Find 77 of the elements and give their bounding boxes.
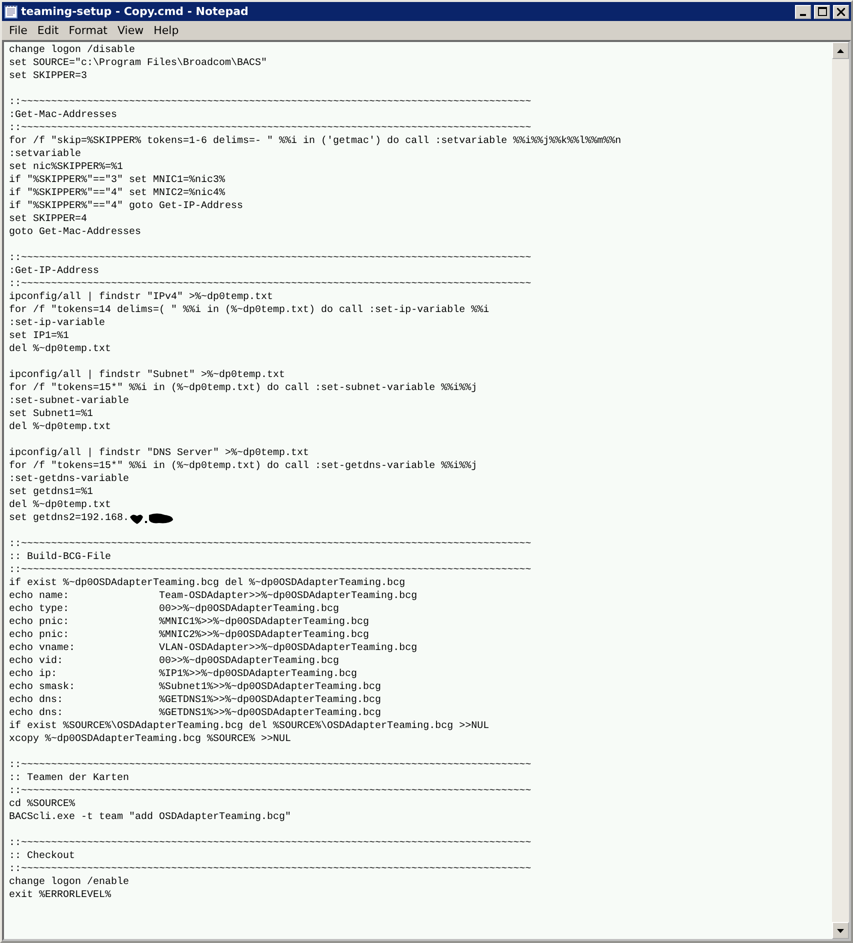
code-line: ipconfig/all | findstr "Subnet" >%~dp0temp.txt bbox=[9, 369, 286, 382]
code-line: set nic%SKIPPER%=%1 bbox=[9, 161, 124, 174]
code-line: ipconfig/all | findstr "DNS Server" >%~dp0temp.txt bbox=[9, 447, 310, 460]
code-line: exit %ERRORLEVEL% bbox=[9, 889, 112, 902]
code-line: ::~~~~~~~~~~~~~~~~~~~~~~~~~~~~~~~~~~~~~~~~~~~~~~~~~~~~~~~~~~~~~~~~~~~~~~~~~~~~~~~~~~~~~ bbox=[9, 122, 532, 135]
menu-item[interactable]: Edit bbox=[32, 24, 64, 37]
menu-item[interactable]: Help bbox=[148, 24, 184, 37]
code-line: set SKIPPER=4 bbox=[9, 213, 88, 226]
maximize-button[interactable] bbox=[814, 4, 830, 18]
code-line: for /f "tokens=14 delims=( " %%i in (%~dp0temp.txt) do call :set-ip-variable %%i bbox=[9, 304, 490, 317]
code-line: :Get-IP-Address bbox=[9, 265, 100, 278]
code-line: ::~~~~~~~~~~~~~~~~~~~~~~~~~~~~~~~~~~~~~~~~~~~~~~~~~~~~~~~~~~~~~~~~~~~~~~~~~~~~~~~~~~~~~ bbox=[9, 863, 532, 876]
window-title: teaming-setup - Copy.cmd - Notepad bbox=[21, 5, 250, 18]
code-line: ::~~~~~~~~~~~~~~~~~~~~~~~~~~~~~~~~~~~~~~~~~~~~~~~~~~~~~~~~~~~~~~~~~~~~~~~~~~~~~~~~~~~~~ bbox=[9, 252, 532, 265]
code-line: :setvariable bbox=[9, 148, 82, 161]
code-line: set Subnet1=%1 bbox=[9, 408, 94, 421]
up-arrow-icon[interactable] bbox=[837, 48, 844, 52]
code-line: for /f "skip=%SKIPPER% tokens=1-6 delims=- " %%i in ('getmac') do call :setvariable %%i%%j%%k%%l%%m%%n bbox=[9, 135, 622, 148]
code-line: BACScli.exe -t team "add OSDAdapterTeaming.bcg" bbox=[9, 811, 292, 824]
code-line: set getdns2=192.168. bbox=[9, 512, 130, 525]
code-line: echo pnic: %MNIC2%>>%~dp0OSDAdapterTeaming.bcg bbox=[9, 629, 370, 642]
code-line: ::~~~~~~~~~~~~~~~~~~~~~~~~~~~~~~~~~~~~~~~~~~~~~~~~~~~~~~~~~~~~~~~~~~~~~~~~~~~~~~~~~~~~~ bbox=[9, 759, 532, 772]
code-line: del %~dp0temp.txt bbox=[9, 343, 112, 356]
code-line: :: Build-BCG-File bbox=[9, 551, 112, 564]
minimize-button[interactable] bbox=[795, 4, 811, 18]
code-line: for /f "tokens=15*" %%i in (%~dp0temp.txt) do call :set-getdns-variable %%i%%j bbox=[9, 460, 478, 473]
code-line: echo dns: %GETDNS1%>>%~dp0OSDAdapterTeaming.bcg bbox=[9, 694, 382, 707]
code-line: echo ip: %IP1%>>%~dp0OSDAdapterTeaming.bcg bbox=[9, 668, 358, 681]
menu-item[interactable]: Format bbox=[64, 24, 112, 37]
code-line: del %~dp0temp.txt bbox=[9, 421, 112, 434]
menu-item[interactable]: File bbox=[4, 24, 32, 37]
code-line: if "%SKIPPER%"=="4" goto Get-IP-Address bbox=[9, 200, 244, 213]
code-line: if "%SKIPPER%"=="3" set MNIC1=%nic3% bbox=[9, 174, 226, 187]
code-line: change logon /disable bbox=[9, 44, 136, 57]
vertical-scrollbar[interactable] bbox=[832, 42, 849, 939]
code-line: :Get-Mac-Addresses bbox=[9, 109, 118, 122]
code-line: ipconfig/all | findstr "IPv4" >%~dp0temp.txt bbox=[9, 291, 274, 304]
code-line: if exist %SOURCE%\OSDAdapterTeaming.bcg del %SOURCE%\OSDAdapterTeaming.bcg >>NUL bbox=[9, 720, 490, 733]
code-line: echo dns: %GETDNS1%>>%~dp0OSDAdapterTeaming.bcg bbox=[9, 707, 382, 720]
close-button[interactable] bbox=[833, 4, 849, 18]
code-line: for /f "tokens=15*" %%i in (%~dp0temp.txt) do call :set-subnet-variable %%i%%j bbox=[9, 382, 478, 395]
code-line: echo vid: 00>>%~dp0OSDAdapterTeaming.bcg bbox=[9, 655, 340, 668]
code-line: :set-getdns-variable bbox=[9, 473, 130, 486]
code-line: ::~~~~~~~~~~~~~~~~~~~~~~~~~~~~~~~~~~~~~~~~~~~~~~~~~~~~~~~~~~~~~~~~~~~~~~~~~~~~~~~~~~~~~ bbox=[9, 564, 532, 577]
code-line: :: Teamen der Karten bbox=[9, 772, 130, 785]
code-line: if "%SKIPPER%"=="4" set MNIC2=%nic4% bbox=[9, 187, 226, 200]
notepad-icon bbox=[4, 4, 18, 19]
code-line: ::~~~~~~~~~~~~~~~~~~~~~~~~~~~~~~~~~~~~~~~~~~~~~~~~~~~~~~~~~~~~~~~~~~~~~~~~~~~~~~~~~~~~~ bbox=[9, 837, 532, 850]
code-line: xcopy %~dp0OSDAdapterTeaming.bcg %SOURCE% >>NUL bbox=[9, 733, 292, 746]
code-line: :set-subnet-variable bbox=[9, 395, 130, 408]
close-icon bbox=[837, 8, 845, 16]
code-line: set getdns1=%1 bbox=[9, 486, 94, 499]
code-line: set SKIPPER=3 bbox=[9, 70, 88, 83]
code-line: echo vname: VLAN-OSDAdapter>>%~dp0OSDAdapterTeaming.bcg bbox=[9, 642, 418, 655]
code-line: :: Checkout bbox=[9, 850, 76, 863]
maximize-icon bbox=[818, 7, 826, 16]
menu-item[interactable]: View bbox=[112, 24, 149, 37]
code-line: change logon /enable bbox=[9, 876, 130, 889]
code-line: if exist %~dp0OSDAdapterTeaming.bcg del %~dp0OSDAdapterTeaming.bcg bbox=[9, 577, 406, 590]
code-line: goto Get-Mac-Addresses bbox=[9, 226, 142, 239]
text-editor[interactable] bbox=[2, 40, 851, 941]
minimize-icon bbox=[800, 14, 806, 16]
redaction-scribble bbox=[129, 512, 176, 525]
code-line: :set-ip-variable bbox=[9, 317, 106, 330]
code-line: ::~~~~~~~~~~~~~~~~~~~~~~~~~~~~~~~~~~~~~~~~~~~~~~~~~~~~~~~~~~~~~~~~~~~~~~~~~~~~~~~~~~~~~ bbox=[9, 96, 532, 109]
code-line: echo name: Team-OSDAdapter>>%~dp0OSDAdapterTeaming.bcg bbox=[9, 590, 418, 603]
code-line: ::~~~~~~~~~~~~~~~~~~~~~~~~~~~~~~~~~~~~~~~~~~~~~~~~~~~~~~~~~~~~~~~~~~~~~~~~~~~~~~~~~~~~~ bbox=[9, 278, 532, 291]
code-line: echo type: 00>>%~dp0OSDAdapterTeaming.bcg bbox=[9, 603, 340, 616]
code-line: echo smask: %Subnet1%>>%~dp0OSDAdapterTeaming.bcg bbox=[9, 681, 382, 694]
down-arrow-icon[interactable] bbox=[837, 928, 844, 932]
code-line: echo pnic: %MNIC1%>>%~dp0OSDAdapterTeaming.bcg bbox=[9, 616, 370, 629]
code-line: set SOURCE="c:\Program Files\Broadcom\BACS" bbox=[9, 57, 268, 70]
code-line: del %~dp0temp.txt bbox=[9, 499, 112, 512]
code-line: set IP1=%1 bbox=[9, 330, 70, 343]
code-line: ::~~~~~~~~~~~~~~~~~~~~~~~~~~~~~~~~~~~~~~~~~~~~~~~~~~~~~~~~~~~~~~~~~~~~~~~~~~~~~~~~~~~~~ bbox=[9, 785, 532, 798]
code-line: cd %SOURCE% bbox=[9, 798, 76, 811]
code-line: ::~~~~~~~~~~~~~~~~~~~~~~~~~~~~~~~~~~~~~~~~~~~~~~~~~~~~~~~~~~~~~~~~~~~~~~~~~~~~~~~~~~~~~ bbox=[9, 538, 532, 551]
